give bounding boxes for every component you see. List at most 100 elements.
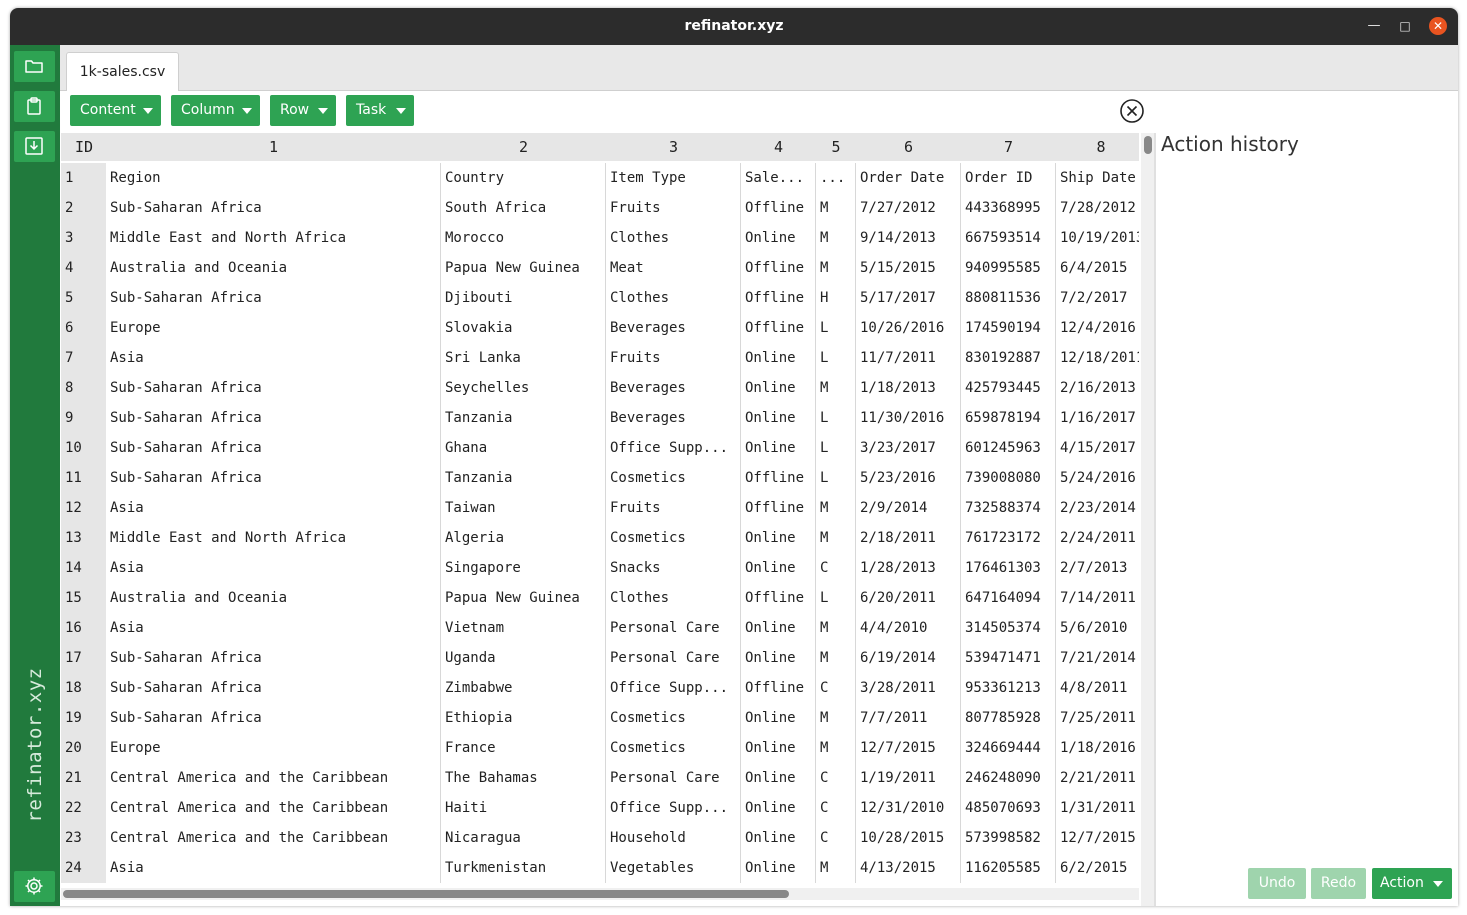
column-header[interactable]: 3	[606, 133, 741, 161]
action-menu-button[interactable]: Action	[1372, 868, 1452, 899]
table-cell[interactable]: Offline	[741, 253, 816, 283]
table-cell[interactable]: Algeria	[441, 523, 606, 553]
table-cell[interactable]: Online	[741, 703, 816, 733]
table-cell[interactable]: 3/28/2011	[856, 673, 961, 703]
table-cell[interactable]: M	[816, 733, 856, 763]
table-cell[interactable]: M	[816, 253, 856, 283]
row-id-cell[interactable]: 4	[61, 253, 106, 283]
table-cell[interactable]: L	[816, 403, 856, 433]
table-cell[interactable]: Online	[741, 403, 816, 433]
table-cell[interactable]: 807785928	[961, 703, 1056, 733]
table-cell[interactable]: 5/24/2016	[1056, 463, 1139, 493]
table-cell[interactable]: 7/28/2012	[1056, 193, 1139, 223]
maximize-button[interactable]: □	[1396, 17, 1414, 35]
horizontal-scroll-thumb[interactable]	[63, 890, 789, 898]
table-cell[interactable]: 1/28/2013	[856, 553, 961, 583]
table-cell[interactable]: 7/14/2011	[1056, 583, 1139, 613]
table-cell[interactable]: M	[816, 703, 856, 733]
table-cell[interactable]: ...	[816, 163, 856, 193]
table-cell[interactable]: 1/18/2013	[856, 373, 961, 403]
table-cell[interactable]: Offline	[741, 283, 816, 313]
table-cell[interactable]: 12/7/2015	[1056, 823, 1139, 853]
table-cell[interactable]: 7/7/2011	[856, 703, 961, 733]
tab-file[interactable]: 1k-sales.csv	[66, 52, 179, 91]
id-column-header[interactable]: ID	[61, 133, 106, 161]
table-cell[interactable]: 2/23/2014	[1056, 493, 1139, 523]
table-cell[interactable]: Papua New Guinea	[441, 583, 606, 613]
table-cell[interactable]: L	[816, 343, 856, 373]
row-id-cell[interactable]: 24	[61, 853, 106, 883]
vertical-scroll-thumb[interactable]	[1144, 136, 1152, 154]
table-cell[interactable]: 4/8/2011	[1056, 673, 1139, 703]
table-cell[interactable]: C	[816, 763, 856, 793]
table-cell[interactable]: Sale...	[741, 163, 816, 193]
close-circle-icon[interactable]	[1120, 99, 1144, 123]
table-cell[interactable]: 10/19/2013	[1056, 223, 1139, 253]
table-cell[interactable]: Sub-Saharan Africa	[106, 403, 441, 433]
table-cell[interactable]: Taiwan	[441, 493, 606, 523]
table-cell[interactable]: 761723172	[961, 523, 1056, 553]
table-cell[interactable]: Office Supp...	[606, 793, 741, 823]
table-cell[interactable]: 324669444	[961, 733, 1056, 763]
row-id-cell[interactable]: 5	[61, 283, 106, 313]
table-cell[interactable]: Sub-Saharan Africa	[106, 703, 441, 733]
settings-button[interactable]	[14, 871, 55, 902]
table-cell[interactable]: 12/7/2015	[856, 733, 961, 763]
table-cell[interactable]: Beverages	[606, 313, 741, 343]
horizontal-scrollbar[interactable]	[61, 888, 1139, 900]
table-cell[interactable]: Online	[741, 643, 816, 673]
minimize-button[interactable]: —	[1365, 17, 1383, 35]
row-id-cell[interactable]: 6	[61, 313, 106, 343]
table-cell[interactable]: 10/26/2016	[856, 313, 961, 343]
table-cell[interactable]: Clothes	[606, 283, 741, 313]
table-cell[interactable]: Clothes	[606, 583, 741, 613]
table-cell[interactable]: 425793445	[961, 373, 1056, 403]
column-header[interactable]: 8	[1056, 133, 1139, 161]
table-cell[interactable]: 10/28/2015	[856, 823, 961, 853]
table-cell[interactable]: 246248090	[961, 763, 1056, 793]
row-id-cell[interactable]: 21	[61, 763, 106, 793]
table-cell[interactable]: Tanzania	[441, 463, 606, 493]
table-cell[interactable]: C	[816, 793, 856, 823]
table-cell[interactable]: South Africa	[441, 193, 606, 223]
table-cell[interactable]: Order ID	[961, 163, 1056, 193]
table-cell[interactable]: 6/19/2014	[856, 643, 961, 673]
table-cell[interactable]: 12/4/2016	[1056, 313, 1139, 343]
row-id-cell[interactable]: 3	[61, 223, 106, 253]
table-cell[interactable]: 11/7/2011	[856, 343, 961, 373]
table-cell[interactable]: M	[816, 523, 856, 553]
undo-button[interactable]: Undo	[1248, 868, 1306, 899]
table-cell[interactable]: 647164094	[961, 583, 1056, 613]
table-cell[interactable]: Online	[741, 823, 816, 853]
table-cell[interactable]: Asia	[106, 613, 441, 643]
table-cell[interactable]: H	[816, 283, 856, 313]
table-cell[interactable]: 573998582	[961, 823, 1056, 853]
row-id-cell[interactable]: 9	[61, 403, 106, 433]
table-cell[interactable]: M	[816, 373, 856, 403]
table-cell[interactable]: 4/4/2010	[856, 613, 961, 643]
table-cell[interactable]: Haiti	[441, 793, 606, 823]
table-cell[interactable]: France	[441, 733, 606, 763]
table-cell[interactable]: Morocco	[441, 223, 606, 253]
content-menu-button[interactable]: Content	[70, 95, 161, 126]
row-id-cell[interactable]: 23	[61, 823, 106, 853]
table-cell[interactable]: Cosmetics	[606, 463, 741, 493]
table-cell[interactable]: 4/15/2017	[1056, 433, 1139, 463]
table-cell[interactable]: Meat	[606, 253, 741, 283]
table-cell[interactable]: 443368995	[961, 193, 1056, 223]
table-cell[interactable]: Order Date	[856, 163, 961, 193]
table-cell[interactable]: 2/16/2013	[1056, 373, 1139, 403]
table-cell[interactable]: Australia and Oceania	[106, 253, 441, 283]
table-cell[interactable]: C	[816, 673, 856, 703]
table-cell[interactable]: 2/9/2014	[856, 493, 961, 523]
row-id-cell[interactable]: 20	[61, 733, 106, 763]
table-cell[interactable]: 2/7/2013	[1056, 553, 1139, 583]
table-cell[interactable]: Nicaragua	[441, 823, 606, 853]
row-id-cell[interactable]: 7	[61, 343, 106, 373]
table-cell[interactable]: M	[816, 643, 856, 673]
table-cell[interactable]: 1/16/2017	[1056, 403, 1139, 433]
table-cell[interactable]: Sub-Saharan Africa	[106, 673, 441, 703]
table-cell[interactable]: Europe	[106, 313, 441, 343]
table-cell[interactable]: 485070693	[961, 793, 1056, 823]
table-cell[interactable]: Ethiopia	[441, 703, 606, 733]
